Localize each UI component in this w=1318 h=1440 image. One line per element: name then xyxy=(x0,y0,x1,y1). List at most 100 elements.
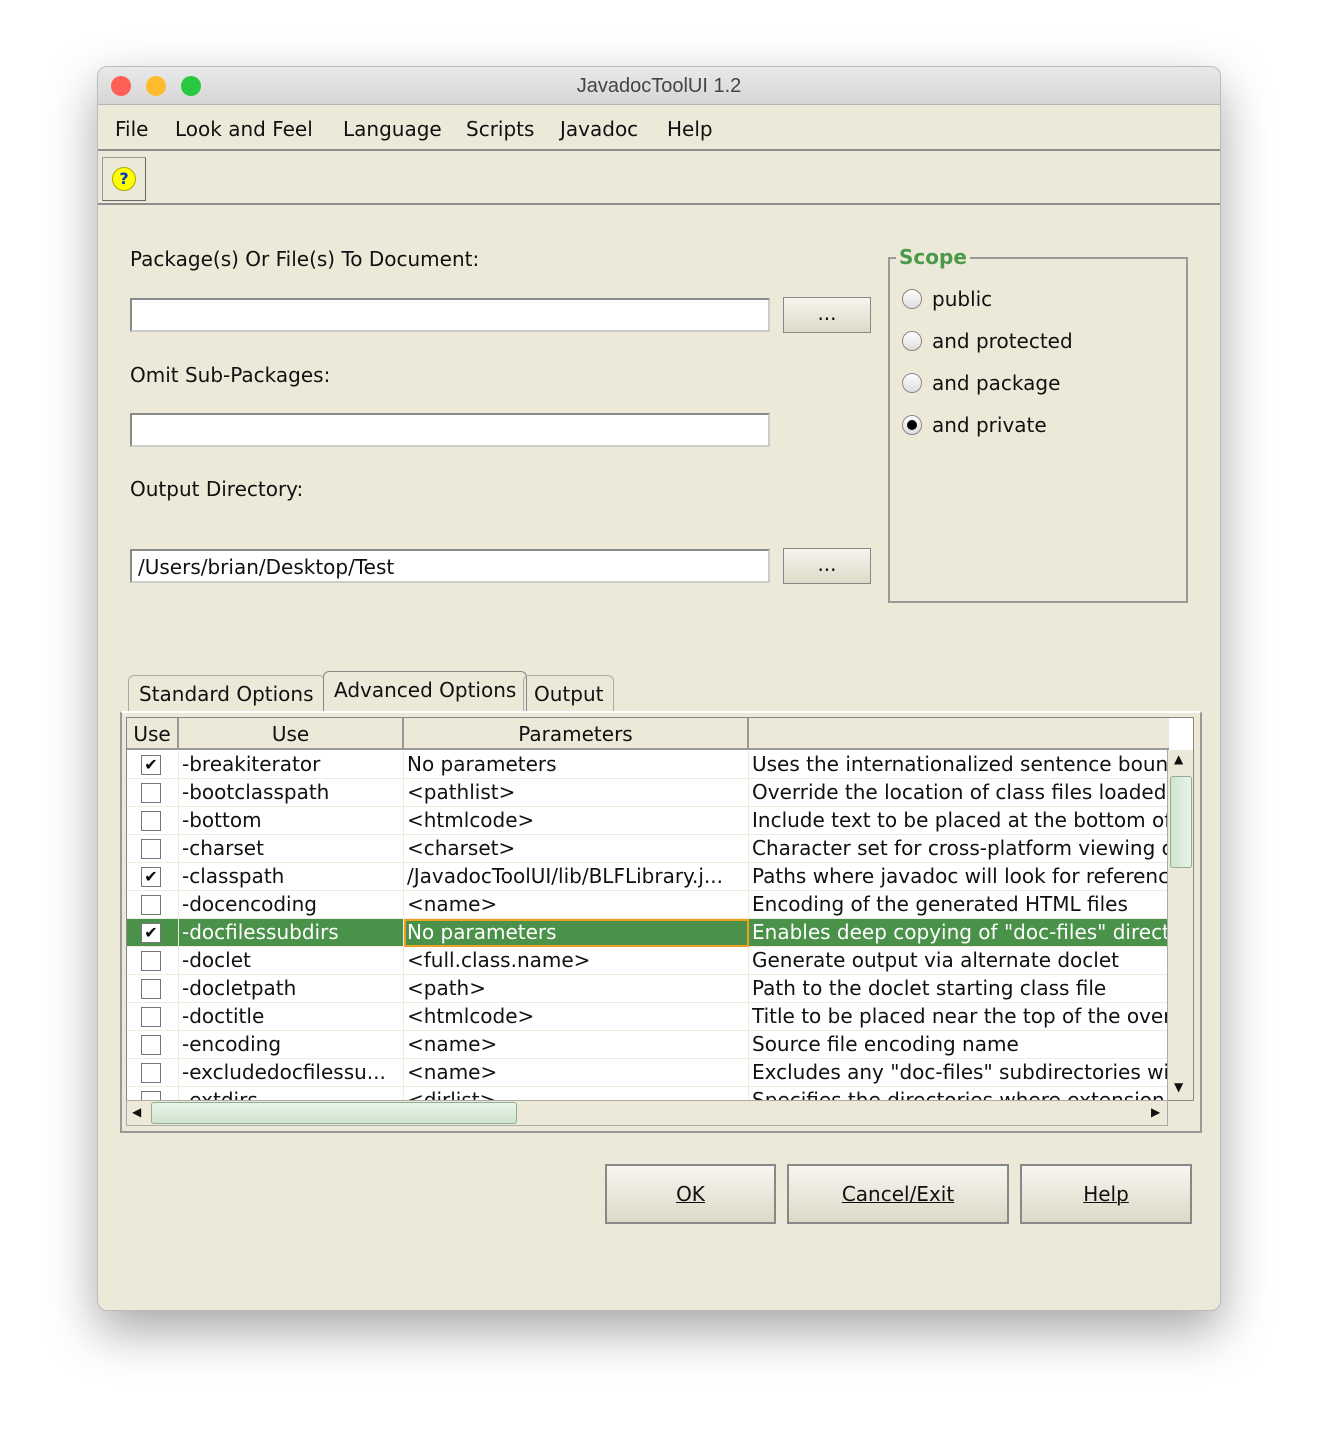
use-checkbox[interactable] xyxy=(141,1007,161,1027)
table-row[interactable]: -extdirs <dirlist> Specifies the directo… xyxy=(127,1087,1169,1100)
use-checkbox[interactable] xyxy=(141,951,161,971)
table-row[interactable]: -docletpath <path> Path to the doclet st… xyxy=(127,975,1169,1003)
use-checkbox[interactable] xyxy=(141,1063,161,1083)
omit-input[interactable] xyxy=(130,413,770,447)
help-button[interactable]: Help xyxy=(1020,1164,1192,1224)
close-icon[interactable] xyxy=(111,76,131,96)
tab-advanced-options[interactable]: Advanced Options xyxy=(323,671,528,713)
browse-packages-button[interactable]: ... xyxy=(783,297,871,333)
browse-output-button[interactable]: ... xyxy=(783,548,871,584)
parameters-cell[interactable]: <charset> xyxy=(404,835,749,863)
parameters-cell[interactable]: <htmlcode> xyxy=(404,807,749,835)
parameters-cell[interactable]: No parameters xyxy=(404,919,749,947)
table-row[interactable]: ✔ -classpath /JavadocToolUI/lib/BLFLibra… xyxy=(127,863,1169,891)
tab-standard-options[interactable]: Standard Options xyxy=(128,675,325,711)
header-description[interactable] xyxy=(749,718,1169,750)
packages-input[interactable] xyxy=(130,298,770,332)
option-cell: -bootclasspath xyxy=(179,779,404,807)
vertical-scroll-thumb[interactable] xyxy=(1170,776,1192,868)
table-row[interactable]: -bootclasspath <pathlist> Override the l… xyxy=(127,779,1169,807)
packages-label: Package(s) Or File(s) To Document: xyxy=(130,247,480,271)
horizontal-scroll-thumb[interactable] xyxy=(151,1102,517,1124)
parameters-cell[interactable]: <full.class.name> xyxy=(404,947,749,975)
scroll-right-icon[interactable]: ▶ xyxy=(1151,1105,1160,1119)
tab-output[interactable]: Output xyxy=(523,675,615,711)
menu-file[interactable]: File xyxy=(115,117,148,141)
use-checkbox[interactable]: ✔ xyxy=(141,755,161,775)
table-row[interactable]: -doclet <full.class.name> Generate outpu… xyxy=(127,947,1169,975)
horizontal-scrollbar[interactable]: ◀ ▶ xyxy=(126,1100,1168,1126)
use-checkbox[interactable]: ✔ xyxy=(141,923,161,943)
scroll-left-icon[interactable]: ◀ xyxy=(132,1105,141,1119)
parameters-cell[interactable]: <pathlist> xyxy=(404,779,749,807)
scope-option-label: public xyxy=(932,287,993,311)
scope-title: Scope xyxy=(896,245,970,269)
description-cell: Include text to be placed at the bottom … xyxy=(752,808,1169,832)
title-bar: JavadocToolUI 1.2 xyxy=(98,67,1220,105)
radio-button-icon[interactable] xyxy=(902,331,922,351)
parameters-cell[interactable]: <name> xyxy=(404,1031,749,1059)
output-input[interactable]: /Users/brian/Desktop/Test xyxy=(130,549,770,583)
use-checkbox[interactable] xyxy=(141,783,161,803)
use-checkbox[interactable]: ✔ xyxy=(141,867,161,887)
scroll-up-icon[interactable]: ▲ xyxy=(1174,752,1183,766)
use-checkbox[interactable] xyxy=(141,979,161,999)
description-cell: Enables deep copying of "doc-files" dire… xyxy=(752,920,1169,944)
description-cell: Title to be placed near the top of the o… xyxy=(752,1004,1169,1028)
parameters-cell[interactable]: No parameters xyxy=(404,751,749,779)
description-cell: Character set for cross-platform viewing… xyxy=(752,836,1169,860)
use-cell xyxy=(127,1003,179,1031)
table-row[interactable]: -docencoding <name> Encoding of the gene… xyxy=(127,891,1169,919)
use-cell: ✔ xyxy=(127,863,179,891)
parameters-cell[interactable]: <dirlist> xyxy=(404,1087,749,1100)
use-checkbox[interactable] xyxy=(141,1035,161,1055)
table-row[interactable]: -encoding <name> Source file encoding na… xyxy=(127,1031,1169,1059)
radio-button-icon[interactable] xyxy=(902,373,922,393)
use-cell xyxy=(127,1031,179,1059)
table-row[interactable]: ✔ -breakiterator No parameters Uses the … xyxy=(127,751,1169,779)
menu-look-and-feel[interactable]: Look and Feel xyxy=(175,117,313,141)
option-cell: -docencoding xyxy=(179,891,404,919)
table-row[interactable]: -bottom <htmlcode> Include text to be pl… xyxy=(127,807,1169,835)
use-checkbox[interactable] xyxy=(141,895,161,915)
menu-help[interactable]: Help xyxy=(667,117,713,141)
header-use[interactable]: Use xyxy=(179,718,404,750)
use-checkbox[interactable] xyxy=(141,811,161,831)
option-cell: -encoding xyxy=(179,1031,404,1059)
scope-radio-0[interactable]: public xyxy=(902,287,992,311)
parameters-cell[interactable]: /JavadocToolUI/lib/BLFLibrary.j... xyxy=(404,863,749,891)
help-toolbar-button[interactable]: ? xyxy=(102,157,146,201)
options-table: Use Use Parameters ✔ -breakiterator No p… xyxy=(126,717,1194,1101)
scroll-down-icon[interactable]: ▼ xyxy=(1174,1080,1183,1094)
menu-scripts[interactable]: Scripts xyxy=(466,117,534,141)
minimize-icon[interactable] xyxy=(146,76,166,96)
scope-radio-1[interactable]: and protected xyxy=(902,329,1073,353)
use-cell xyxy=(127,1087,179,1100)
header-parameters[interactable]: Parameters xyxy=(404,718,749,750)
parameters-cell[interactable]: <name> xyxy=(404,891,749,919)
parameters-cell[interactable]: <name> xyxy=(404,1059,749,1087)
option-cell: -charset xyxy=(179,835,404,863)
cancel-exit-button[interactable]: Cancel/Exit xyxy=(787,1164,1009,1224)
scope-radio-3[interactable]: and private xyxy=(902,413,1047,437)
table-row[interactable]: ✔ -docfilessubdirs No parameters Enables… xyxy=(127,919,1169,947)
option-cell: -docfilessubdirs xyxy=(179,919,404,947)
menu-javadoc[interactable]: Javadoc xyxy=(560,117,638,141)
scope-radio-2[interactable]: and package xyxy=(902,371,1060,395)
radio-button-icon[interactable] xyxy=(902,289,922,309)
table-row[interactable]: -doctitle <htmlcode> Title to be placed … xyxy=(127,1003,1169,1031)
radio-button-icon[interactable] xyxy=(902,415,922,435)
menu-language[interactable]: Language xyxy=(343,117,442,141)
header-use-checkbox[interactable]: Use xyxy=(127,718,179,750)
vertical-scrollbar[interactable]: ▲ ▼ xyxy=(1167,750,1193,1100)
ok-button[interactable]: OK xyxy=(605,1164,776,1224)
description-cell: Uses the internationalized sentence boun… xyxy=(752,752,1169,776)
table-row[interactable]: -excludedocfilessu... <name> Excludes an… xyxy=(127,1059,1169,1087)
parameters-cell[interactable]: <path> xyxy=(404,975,749,1003)
table-row[interactable]: -charset <charset> Character set for cro… xyxy=(127,835,1169,863)
option-cell: -docletpath xyxy=(179,975,404,1003)
maximize-icon[interactable] xyxy=(181,76,201,96)
parameters-cell[interactable]: <htmlcode> xyxy=(404,1003,749,1031)
use-cell: ✔ xyxy=(127,919,179,947)
use-checkbox[interactable] xyxy=(141,839,161,859)
